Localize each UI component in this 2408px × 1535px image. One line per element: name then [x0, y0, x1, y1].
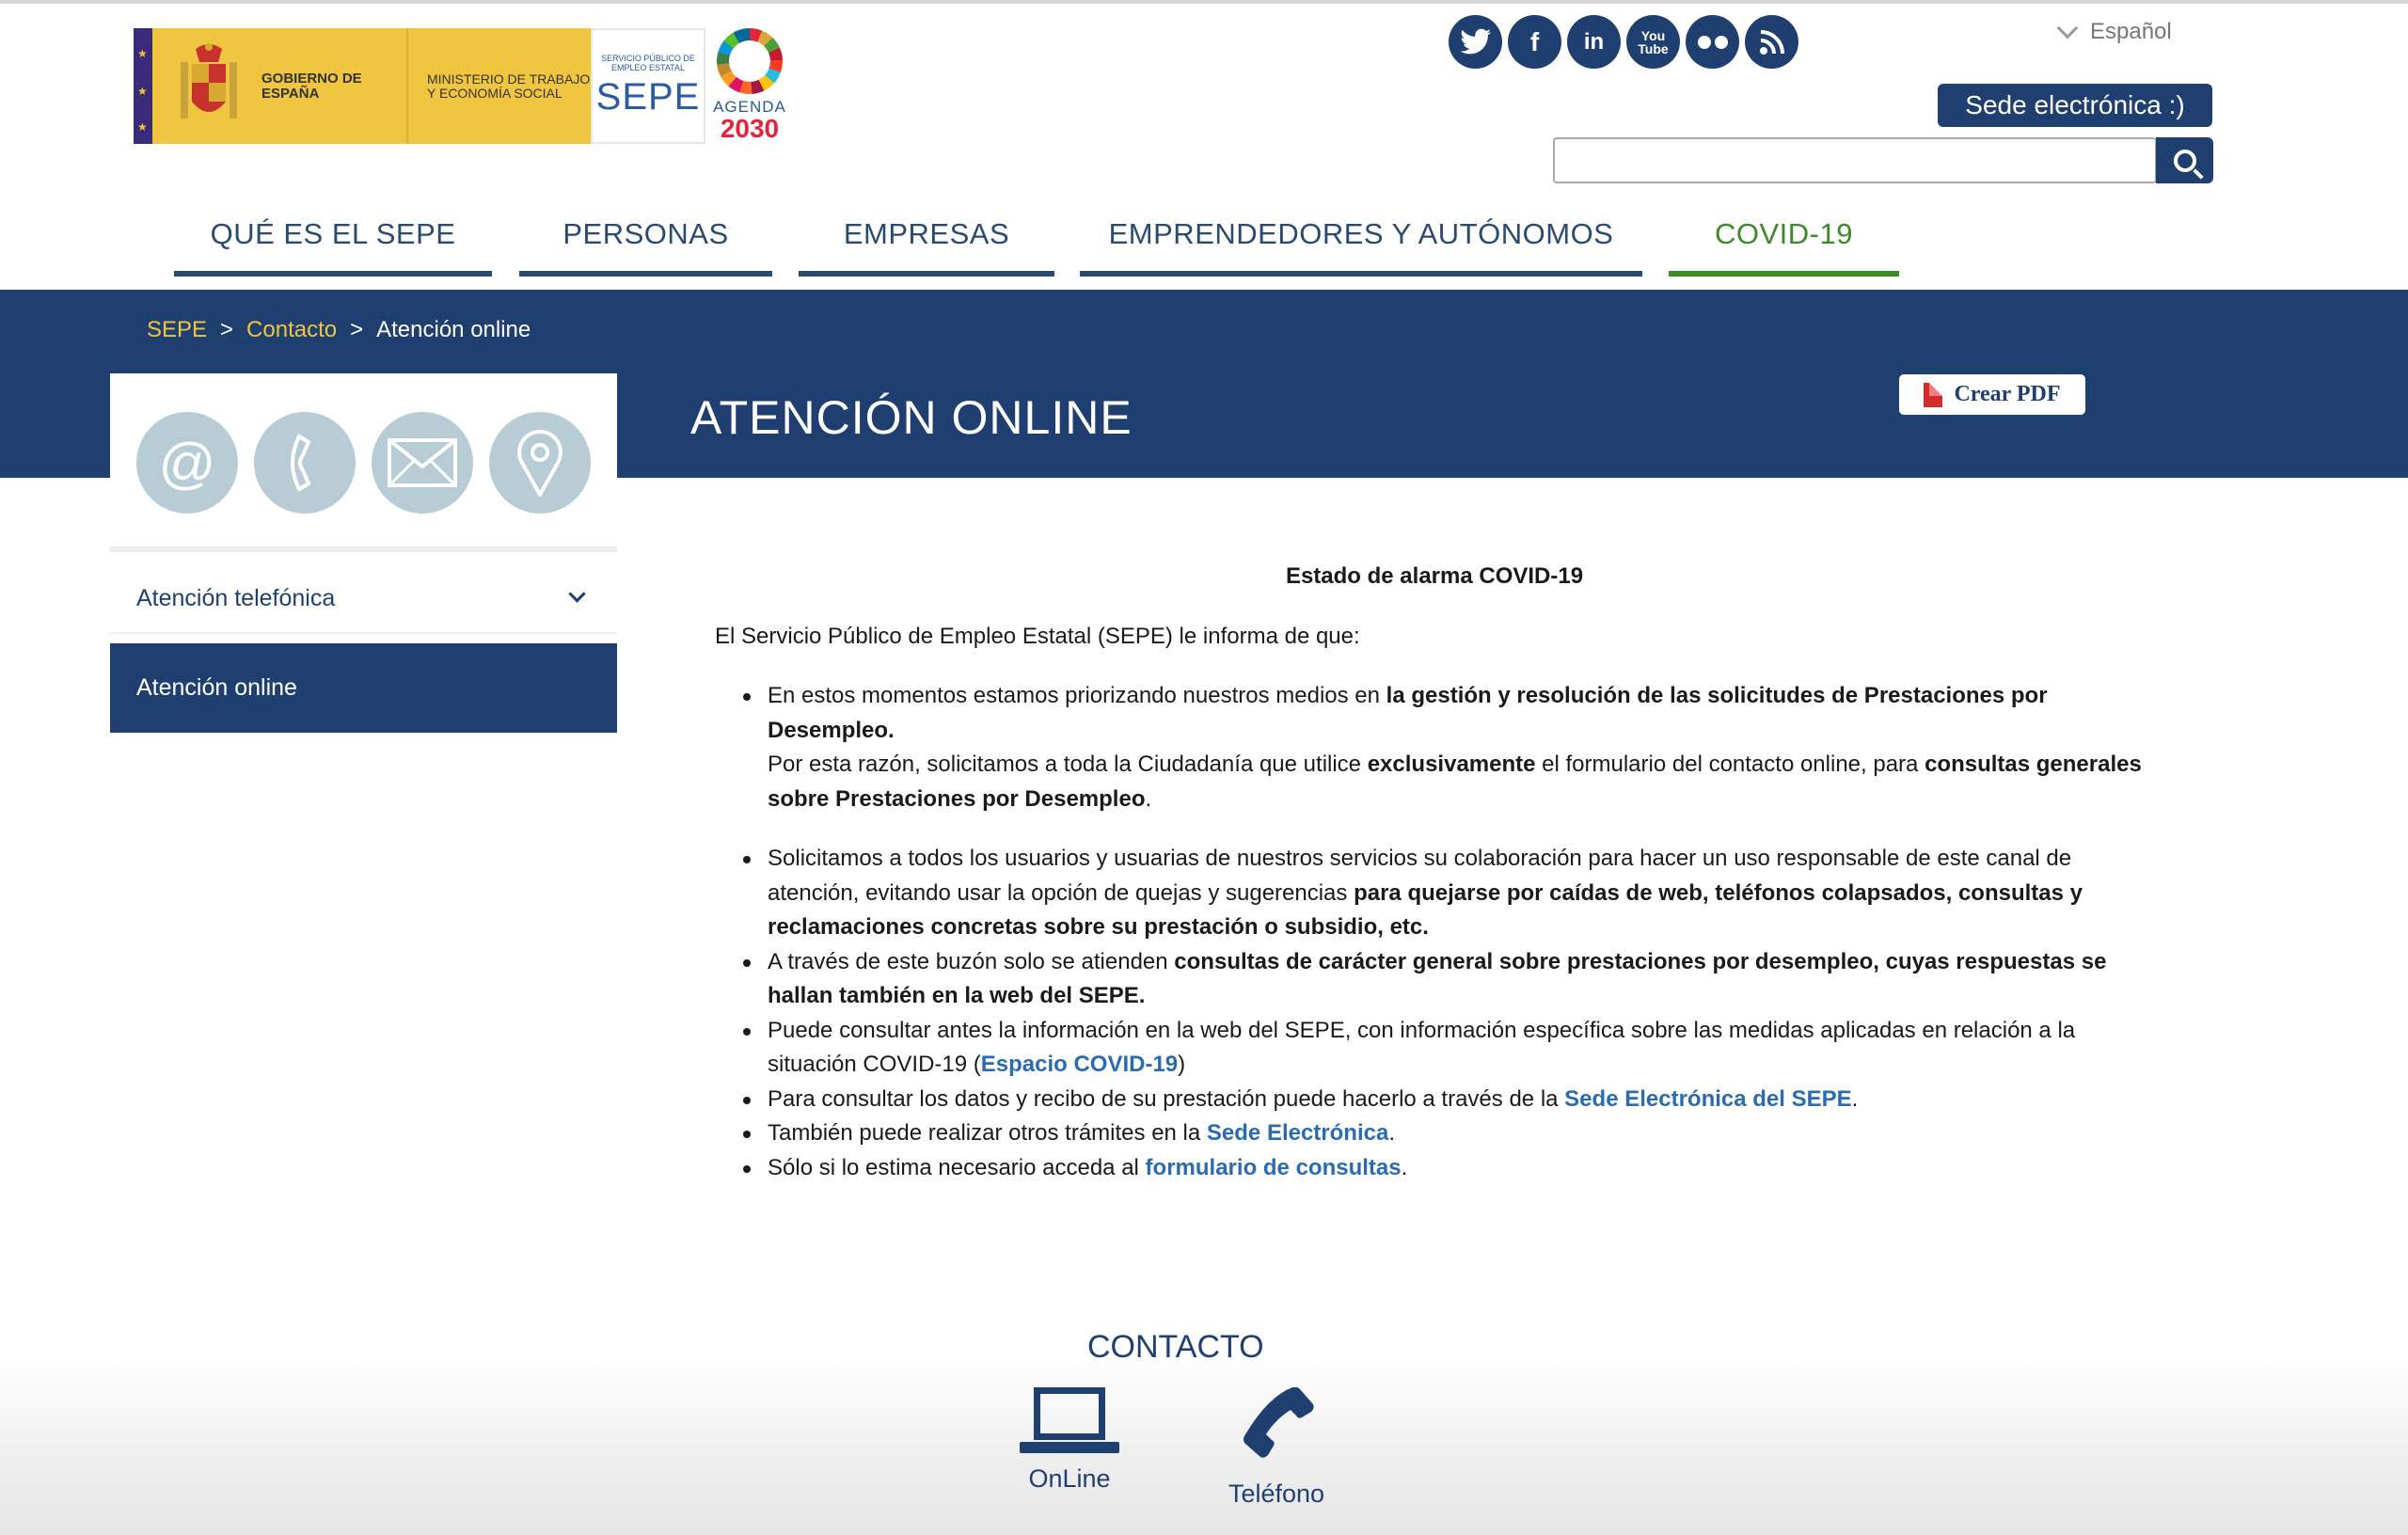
breadcrumb: SEPE > Contacto > Atención online — [147, 317, 531, 343]
language-label: Español — [2090, 19, 2172, 44]
page-title: ATENCIÓN ONLINE — [690, 391, 1133, 444]
breadcrumb-current: Atención online — [376, 317, 531, 342]
laptop-icon — [1020, 1387, 1119, 1453]
text: ) — [1178, 1052, 1186, 1077]
list-item: Sólo si lo estima necesario acceda al fo… — [715, 1151, 2145, 1186]
text: . — [1851, 1085, 1859, 1112]
breadcrumb-separator: > — [220, 317, 234, 342]
mail-icon[interactable] — [372, 412, 473, 514]
text: el formulario del contacto online, para — [1535, 752, 1925, 777]
list-item: Solicitamos a todos los usuarios y usuar… — [715, 842, 2145, 945]
sidebar-item-atencion-telefonica[interactable]: Atención telefónica — [110, 564, 617, 634]
sede-electronica-link[interactable]: Sede Electrónica — [1207, 1120, 1388, 1146]
text: . — [1388, 1120, 1395, 1146]
content-heading: Estado de alarma COVID-19 — [1285, 563, 1584, 589]
nav-emprendedores[interactable]: EMPRENDEDORES Y AUTÓNOMOS — [1080, 198, 1642, 277]
flickr-icon[interactable] — [1686, 15, 1739, 69]
footer-online-label: OnLine — [1028, 1464, 1111, 1493]
phone-icon[interactable] — [254, 412, 356, 514]
text: . — [1145, 785, 1152, 812]
text: Por esta razón, solicitamos a toda la Ci… — [768, 752, 1368, 777]
sidebar-item-label: Atención online — [136, 674, 297, 701]
footer-background — [0, 1354, 2408, 1535]
nav-covid-19[interactable]: COVID-19 — [1669, 198, 1899, 277]
text: A través de este buzón solo se atienden — [768, 948, 1175, 974]
text: Para consultar los datos y recibo de su … — [768, 1085, 1565, 1112]
breadcrumb-sepe[interactable]: SEPE — [147, 317, 207, 343]
at-icon[interactable]: @ — [136, 412, 238, 514]
list-item: Para consultar los datos y recibo de su … — [715, 1083, 2145, 1117]
phone-icon — [1234, 1386, 1319, 1464]
nav-personas[interactable]: PERSONAS — [519, 198, 772, 277]
footer-telefono-label: Teléfono — [1228, 1480, 1325, 1508]
nav-empresas[interactable]: EMPRESAS — [799, 198, 1054, 277]
sepe-logo: SERVICIO PÚBLICO DE EMPLEO ESTATAL SEPE — [591, 28, 705, 144]
linkedin-icon[interactable]: in — [1567, 15, 1621, 69]
search-icon — [2173, 149, 2196, 172]
sidebar-item-label: Atención telefónica — [136, 584, 336, 611]
rss-icon[interactable] — [1745, 15, 1798, 69]
bold-text: exclusivamente — [1367, 752, 1536, 777]
ministerio-text: MINISTERIO DE TRABAJO Y ECONOMÍA SOCIAL — [427, 71, 591, 101]
text: Puede consultar antes la información en … — [768, 1017, 2076, 1078]
sepe-subtitle: SERVICIO PÚBLICO DE EMPLEO ESTATAL — [601, 54, 695, 72]
sidebar-item-atencion-online[interactable]: Atención online — [110, 643, 617, 733]
crear-pdf-button[interactable]: Crear PDF — [1899, 374, 2085, 415]
eu-flag-strip: ★ ★ ★ — [134, 28, 152, 144]
language-selector[interactable]: Español — [2056, 17, 2172, 45]
youtube-icon[interactable]: You Tube — [1626, 15, 1680, 69]
search-input[interactable] — [1553, 137, 2157, 183]
facebook-icon[interactable]: f — [1508, 15, 1561, 69]
list-item: También puede realizar otros trámites en… — [715, 1116, 2145, 1151]
breadcrumb-contacto[interactable]: Contacto — [246, 317, 337, 343]
content-intro: El Servicio Público de Empleo Estatal (S… — [715, 623, 1360, 649]
top-border — [0, 0, 2408, 4]
twitter-icon[interactable] — [1449, 15, 1502, 69]
search-button[interactable] — [2156, 137, 2213, 183]
chevron-down-icon — [2056, 17, 2079, 40]
text: Sólo si lo estima necesario acceda al — [768, 1154, 1146, 1180]
nav-que-es-el-sepe[interactable]: QUÉ ES EL SEPE — [174, 198, 492, 277]
espacio-covid-link[interactable]: Espacio COVID-19 — [981, 1052, 1178, 1077]
social-links: f in You Tube — [1449, 15, 1798, 69]
footer-title: CONTACTO — [1087, 1329, 1264, 1365]
pdf-icon — [1924, 382, 1943, 407]
sede-electronica-sepe-link[interactable]: Sede Electrónica del SEPE — [1564, 1086, 1851, 1112]
location-pin-icon[interactable] — [489, 412, 591, 514]
formulario-consultas-link[interactable]: formulario de consultas — [1146, 1155, 1402, 1180]
ministerio-block: MINISTERIO DE TRABAJO Y ECONOMÍA SOCIAL — [406, 28, 591, 144]
agenda-2030-logo[interactable]: AGENDA 2030 — [707, 28, 792, 145]
contact-icons: @ — [136, 412, 591, 514]
breadcrumb-separator: > — [350, 317, 364, 342]
text: . — [1401, 1154, 1408, 1180]
list-item: Puede consultar antes la información en … — [715, 1014, 2145, 1083]
info-list: En estos momentos estamos priorizando nu… — [715, 679, 2145, 1185]
main-content: Estado de alarma COVID-19 El Servicio Pú… — [715, 560, 2145, 1185]
footer-online-link[interactable]: OnLine — [1018, 1387, 1121, 1494]
government-logo[interactable]: ★ ★ ★ GOBIERNO DE ESPAÑA MINISTERIO DE TRA… — [134, 28, 705, 144]
list-item: A través de este buzón solo se atienden … — [715, 945, 2145, 1014]
text: También puede realizar otros trámites en… — [768, 1120, 1207, 1146]
sepe-wordmark: SEPE — [595, 76, 701, 118]
gobierno-block: GOBIERNO DE ESPAÑA — [152, 28, 406, 144]
crear-pdf-label: Crear PDF — [1954, 382, 2061, 406]
list-item: En estos momentos estamos priorizando nu… — [715, 679, 2145, 816]
agenda-year: 2030 — [720, 114, 780, 143]
gobierno-text: GOBIERNO DE ESPAÑA — [261, 70, 362, 102]
sdg-wheel-icon — [717, 28, 783, 94]
footer-telefono-link[interactable]: Teléfono — [1221, 1386, 1332, 1509]
coat-of-arms-icon — [173, 42, 245, 130]
sede-electronica-button[interactable]: Sede electrónica :) — [1938, 84, 2212, 127]
text: En estos momentos estamos priorizando nu… — [768, 683, 1386, 708]
